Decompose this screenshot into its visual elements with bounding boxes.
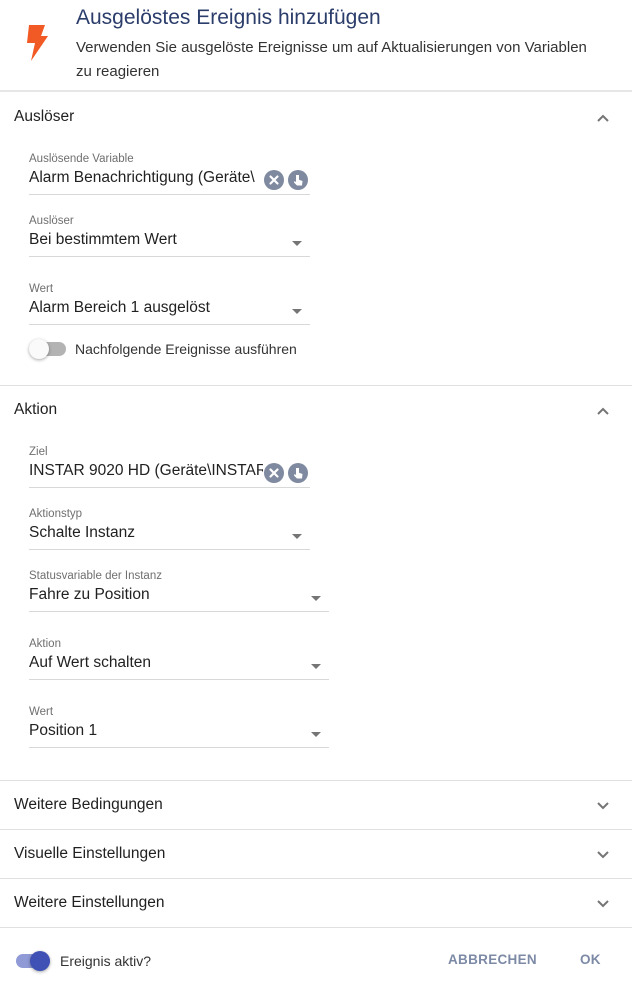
dialog-subtitle: Verwenden Sie ausgelöste Ereignisse um a…	[76, 39, 587, 80]
section-title: Weitere Bedingungen	[14, 796, 163, 813]
section-divider	[0, 927, 632, 928]
field-value[interactable]: Alarm Bereich 1 ausgelöst	[29, 299, 210, 317]
field-label: Aktionstyp	[29, 508, 83, 520]
dropdown-arrow-icon[interactable]	[292, 241, 302, 246]
section-header-action[interactable]: Aktion	[0, 386, 632, 434]
field-label: Auslöser	[29, 215, 74, 227]
field-underline	[29, 549, 310, 550]
field-underline	[29, 256, 310, 257]
field-underline	[29, 487, 310, 488]
lightning-bolt-icon	[27, 25, 48, 61]
section-title: Weitere Einstellungen	[14, 894, 165, 911]
section-title: Aktion	[14, 401, 58, 418]
field-underline	[29, 611, 329, 612]
field-value[interactable]: Fahre zu Position	[29, 586, 150, 604]
section-title: Visuelle Einstellungen	[14, 845, 166, 862]
select-pointer-icon[interactable]	[288, 463, 308, 483]
section-header-settings[interactable]: Weitere Einstellungen	[0, 879, 632, 927]
field-underline	[29, 324, 310, 325]
dialog-header: Ausgelöstes Ereignis hinzufügen Verwende…	[0, 0, 632, 92]
toggle-label: Ereignis aktiv?	[60, 953, 152, 969]
clear-icon[interactable]	[264, 170, 284, 190]
field-value[interactable]: Bei bestimmtem Wert	[29, 231, 177, 249]
section-header-visual[interactable]: Visuelle Einstellungen	[0, 830, 632, 878]
field-label: Wert	[29, 706, 54, 718]
field-label: Auslösende Variable	[29, 153, 134, 165]
dropdown-arrow-icon[interactable]	[311, 664, 321, 669]
field-underline	[29, 194, 310, 195]
chevron-down-icon[interactable]	[594, 797, 612, 815]
field-label: Statusvariable der Instanz	[29, 570, 162, 582]
field-value[interactable]: Auf Wert schalten	[29, 654, 151, 672]
toggle-label: Nachfolgende Ereignisse ausführen	[75, 341, 297, 357]
chevron-down-icon[interactable]	[594, 895, 612, 913]
field-value[interactable]: Position 1	[29, 722, 97, 740]
clear-icon[interactable]	[264, 463, 284, 483]
chevron-up-icon[interactable]	[594, 109, 612, 127]
select-pointer-icon[interactable]	[288, 170, 308, 190]
field-value[interactable]: INSTAR 9020 HD (Geräte\INSTAR	[29, 462, 263, 480]
field-underline	[29, 679, 329, 680]
section-title: Auslöser	[14, 108, 75, 125]
dropdown-arrow-icon[interactable]	[292, 534, 302, 539]
ok-button[interactable]: OK	[580, 952, 601, 967]
cancel-button[interactable]: ABBRECHEN	[448, 952, 537, 967]
field-label: Ziel	[29, 446, 48, 458]
section-header-trigger[interactable]: Auslöser	[0, 93, 632, 141]
field-value[interactable]: Alarm Benachrichtigung (Geräte\	[29, 169, 263, 187]
section-header-conditions[interactable]: Weitere Bedingungen	[0, 781, 632, 829]
field-label: Aktion	[29, 638, 61, 650]
chevron-down-icon[interactable]	[594, 846, 612, 864]
dropdown-arrow-icon[interactable]	[292, 309, 302, 314]
dropdown-arrow-icon[interactable]	[311, 732, 321, 737]
toggle-thumb[interactable]	[29, 339, 49, 359]
dropdown-arrow-icon[interactable]	[311, 596, 321, 601]
toggle-thumb[interactable]	[30, 951, 50, 971]
field-underline	[29, 747, 329, 748]
dialog-title: Ausgelöstes Ereignis hinzufügen	[76, 6, 381, 29]
field-value[interactable]: Schalte Instanz	[29, 524, 135, 542]
chevron-up-icon[interactable]	[594, 402, 612, 420]
field-label: Wert	[29, 283, 54, 295]
